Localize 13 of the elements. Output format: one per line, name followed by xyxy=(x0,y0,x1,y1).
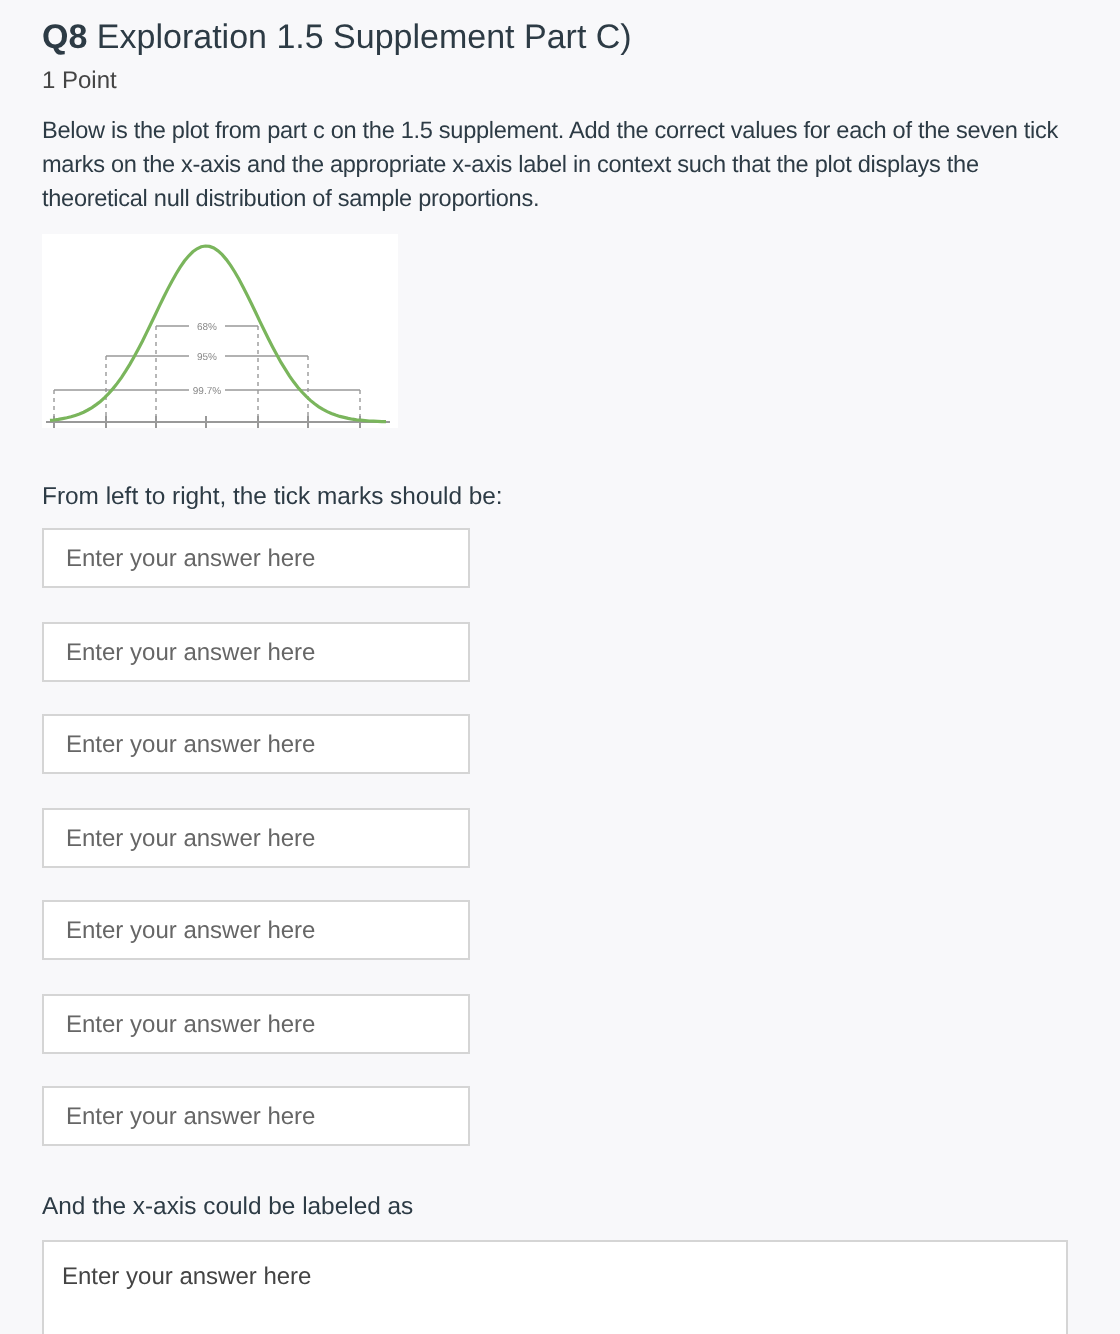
answer-field[interactable]: Enter your answer here xyxy=(42,900,470,961)
label-prompt: And the x-axis could be labeled as xyxy=(42,1190,416,1225)
question-prompt: Below is the plot from part c on the 1.5 supplement. Add the correct values for each of the seven tick marks on the x-axis and the appropriate x-axis label in context such that the plot displays the theoretical null distribution of sample proportions. xyxy=(42,114,1060,216)
answer-field[interactable]: Enter your answer here xyxy=(42,714,470,775)
answer-box[interactable]: Enter your answer here xyxy=(42,1239,1068,1334)
answer-field[interactable]: Enter your answer here xyxy=(42,1086,470,1147)
answer-field[interactable]: Enter your answer here xyxy=(42,807,470,868)
answer-field[interactable]: Enter your answer here xyxy=(42,621,470,682)
question-title: Q8 Exploration 1.5 Supplement Part C) xyxy=(42,16,634,60)
points-label: 1 Point xyxy=(42,64,119,98)
tick-prompt: From left to right, the tick marks should be: xyxy=(42,480,505,514)
answer-field[interactable]: Enter your answer here xyxy=(42,528,470,589)
answer-field[interactable]: Enter your answer here xyxy=(42,993,470,1054)
